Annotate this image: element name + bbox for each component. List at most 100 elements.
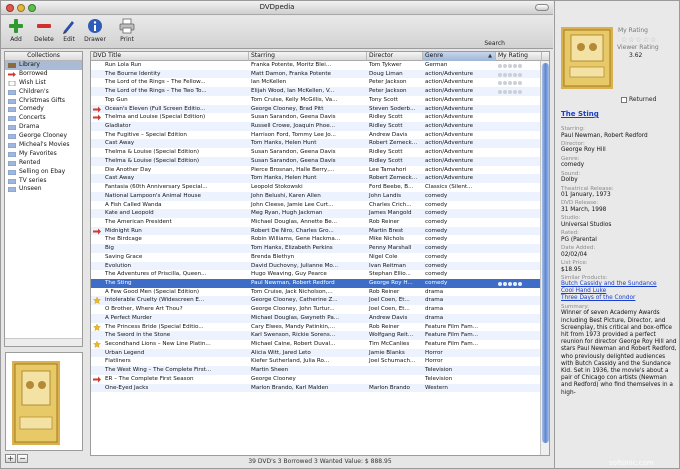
table-row[interactable]: Secondhand Lions – New Line Platin... Mic… bbox=[91, 340, 549, 349]
table-row[interactable]: O Brother, Where Art Thou? George Clooney… bbox=[91, 305, 549, 314]
cell-title: The Princess Bride (Special Editio... bbox=[105, 323, 204, 330]
similar-product-link[interactable]: Butch Cassidy and the Sundance bbox=[561, 281, 679, 288]
table-row[interactable]: Big Tom Hanks, Elizabeth Perkins Penny Mar… bbox=[91, 244, 549, 253]
table-row[interactable]: Fantasia (60th Anniversary Special... Leo… bbox=[91, 183, 549, 192]
similar-product-link[interactable]: Three Days of the Condor bbox=[561, 295, 679, 302]
table-row[interactable]: Run Lola Run Franka Potente, Moritz Blei.… bbox=[91, 61, 549, 70]
table-row[interactable]: The Lord of the Rings – The Fellow... Ian… bbox=[91, 78, 549, 87]
cell-genre: action/Adventure bbox=[425, 140, 474, 147]
sidebar-item[interactable]: Library bbox=[5, 61, 82, 70]
table-row[interactable]: The Sting Paul Newman, Robert Redford Geor… bbox=[91, 278, 549, 288]
sidebar-item[interactable]: Concerts bbox=[5, 114, 82, 123]
sidebar-item[interactable]: Selling on Ebay bbox=[5, 168, 82, 177]
table-row[interactable]: Saving Grace Brenda Blethyn Nigel Cole come… bbox=[91, 253, 549, 262]
similar-product-link[interactable]: Cool Hand Luke bbox=[561, 288, 679, 295]
table-row[interactable]: Intolerable Cruelty (Widescreen E... Geor… bbox=[91, 296, 549, 306]
table-row[interactable]: A Perfect Murder Michael Douglas, Gwyneth… bbox=[91, 313, 549, 323]
cell-title: The Sting bbox=[105, 279, 132, 286]
column-starring[interactable]: Starring bbox=[249, 52, 367, 61]
table-row[interactable]: Flatliners Kiefer Sutherland, Julia Ro...… bbox=[91, 357, 549, 366]
column-genre[interactable]: Genre ▲ bbox=[423, 52, 496, 61]
add-button[interactable]: Add bbox=[4, 18, 28, 43]
sidebar-item[interactable]: Borrowed bbox=[5, 70, 82, 79]
table-row[interactable]: Cast Away Tom Hanks, Helen Hunt Robert Zem… bbox=[91, 139, 549, 149]
remove-collection-button[interactable]: − bbox=[17, 454, 28, 463]
rating-dot-icon bbox=[508, 64, 512, 68]
print-button[interactable]: Print bbox=[115, 18, 139, 43]
cell-genre: action/Adventure bbox=[425, 175, 474, 182]
column-director[interactable]: Director bbox=[367, 52, 423, 61]
table-row[interactable]: Top Gun Tom Cruise, Kelly McGillis, Va...… bbox=[91, 96, 549, 105]
cell-genre: action/Adventure bbox=[425, 123, 474, 130]
table-row[interactable]: One-Eyed Jacks Marlon Brando, Karl Malden… bbox=[91, 383, 549, 393]
table-row[interactable]: Midnight Run Robert De Niro, Charles Gro.… bbox=[91, 226, 549, 236]
table-row[interactable]: Thelma and Louise (Special Edition) Susan… bbox=[91, 113, 549, 122]
title-bar: DVDpedia bbox=[1, 1, 553, 15]
collections-header[interactable]: Collections bbox=[5, 52, 82, 61]
cell-title: Urban Legend bbox=[105, 349, 145, 356]
table-row[interactable]: ER – The Complete First Season George Clo… bbox=[91, 375, 549, 384]
table-row[interactable]: Kate and Leopold Meg Ryan, Hugh Jackman Ja… bbox=[91, 209, 549, 218]
sidebar-item[interactable]: Rented bbox=[5, 159, 82, 168]
table-row[interactable]: Thelma & Louise (Special Edition) Susan S… bbox=[91, 148, 549, 157]
borrowed-arrow-icon bbox=[93, 228, 101, 235]
table-row[interactable]: The Lord of the Rings – The Two To... Eli… bbox=[91, 87, 549, 96]
folder-icon bbox=[7, 161, 17, 167]
cell-director: Joel Coen, Et... bbox=[369, 306, 410, 313]
column-my-rating[interactable]: My Rating bbox=[496, 52, 542, 61]
checkbox-box[interactable] bbox=[621, 96, 627, 103]
sidebar-item[interactable]: Comedy bbox=[5, 105, 82, 114]
sidebar-item[interactable]: TV series bbox=[5, 177, 82, 186]
edit-button[interactable]: Edit bbox=[57, 18, 81, 43]
sidebar-item[interactable]: My Favorites bbox=[5, 150, 82, 159]
sidebar-item[interactable]: Wish List bbox=[5, 79, 82, 88]
cell-starring: Matt Damon, Franka Potente bbox=[251, 70, 331, 77]
table-row[interactable]: The West Wing – The Complete First... Mar… bbox=[91, 366, 549, 375]
table-row[interactable]: The Sword in the Stone Karl Swenson, Rick… bbox=[91, 331, 549, 340]
sidebar-item[interactable]: Micheal's Movies bbox=[5, 141, 82, 150]
table-row[interactable]: National Lampoon's Animal House John Belu… bbox=[91, 191, 549, 201]
returned-checkbox[interactable]: Returned bbox=[621, 96, 656, 103]
my-rating-stars[interactable]: ☆☆☆☆☆ bbox=[621, 36, 657, 44]
table-vertical-scrollbar[interactable] bbox=[540, 61, 549, 455]
folder-icon bbox=[7, 169, 17, 175]
cell-director: Ridley Scott bbox=[369, 149, 403, 156]
table-row[interactable]: A Fish Called Wanda John Cleese, Jamie Le… bbox=[91, 201, 549, 210]
cell-genre: drama bbox=[425, 288, 444, 295]
table-row[interactable]: Die Another Day Pierce Brosnan, Halle Ber… bbox=[91, 166, 549, 175]
similar-products: Similar Products: Butch Cassidy and the S… bbox=[561, 275, 679, 303]
cell-starring: Russell Crowe, Joaquin Phoe... bbox=[251, 123, 336, 130]
rating-dot-icon bbox=[508, 281, 512, 286]
sidebar-item[interactable]: Unseen bbox=[5, 185, 82, 194]
scroll-thumb[interactable] bbox=[542, 63, 549, 443]
table-row[interactable]: Urban Legend Alicia Witt, Jared Leto Jamie… bbox=[91, 348, 549, 358]
table-row[interactable]: Gladiator Russell Crowe, Joaquin Phoe... R… bbox=[91, 122, 549, 131]
drawer-button[interactable]: Drawer bbox=[83, 18, 107, 43]
movie-title-link[interactable]: The Sting bbox=[561, 110, 599, 118]
table-row[interactable]: The Adventures of Priscilla, Queen... Hug… bbox=[91, 270, 549, 279]
wishlist-star-icon bbox=[93, 323, 101, 331]
table-row[interactable]: The Fugitive – Special Edition Harrison F… bbox=[91, 131, 549, 140]
table-row[interactable]: The Princess Bride (Special Editio... Car… bbox=[91, 323, 549, 332]
table-row[interactable]: Thelma & Louise (Special Edition) Susan S… bbox=[91, 156, 549, 166]
sidebar-item[interactable]: Children's bbox=[5, 88, 82, 97]
table-row[interactable]: The Birdcage Robin Williams, Gene Hackma.… bbox=[91, 235, 549, 244]
table-row[interactable]: The American President Michael Douglas, A… bbox=[91, 218, 549, 227]
sidebar-item[interactable]: Drama bbox=[5, 123, 82, 132]
table-row[interactable]: Cast Away Tom Hanks, Helen Hunt Robert Zem… bbox=[91, 174, 549, 184]
table-row[interactable]: Ocean's Eleven (Full Screen Editio... Geo… bbox=[91, 104, 549, 114]
delete-button[interactable]: Delete bbox=[32, 18, 56, 43]
search-label[interactable]: Search bbox=[484, 40, 505, 47]
add-collection-button[interactable]: + bbox=[5, 454, 16, 463]
printer-icon bbox=[119, 18, 135, 34]
sidebar-item[interactable]: George Clooney bbox=[5, 132, 82, 141]
toolbar-toggle-button[interactable] bbox=[535, 4, 549, 11]
column-dvd-title[interactable]: DVD Title bbox=[91, 52, 249, 61]
table-row[interactable]: A Few Good Men (Special Edition) Tom Crui… bbox=[91, 288, 549, 297]
table-row[interactable]: The Bourne Identity Matt Damon, Franka Po… bbox=[91, 69, 549, 79]
borrowed-arrow-icon bbox=[93, 114, 101, 121]
table-row[interactable]: Evolution David Duchovny, Julianne Mo... I… bbox=[91, 261, 549, 271]
sidebar-horizontal-scrollbar[interactable] bbox=[5, 338, 82, 346]
sidebar-item[interactable]: Christmas Gifts bbox=[5, 97, 82, 106]
cell-starring: Meg Ryan, Hugh Jackman bbox=[251, 210, 323, 217]
